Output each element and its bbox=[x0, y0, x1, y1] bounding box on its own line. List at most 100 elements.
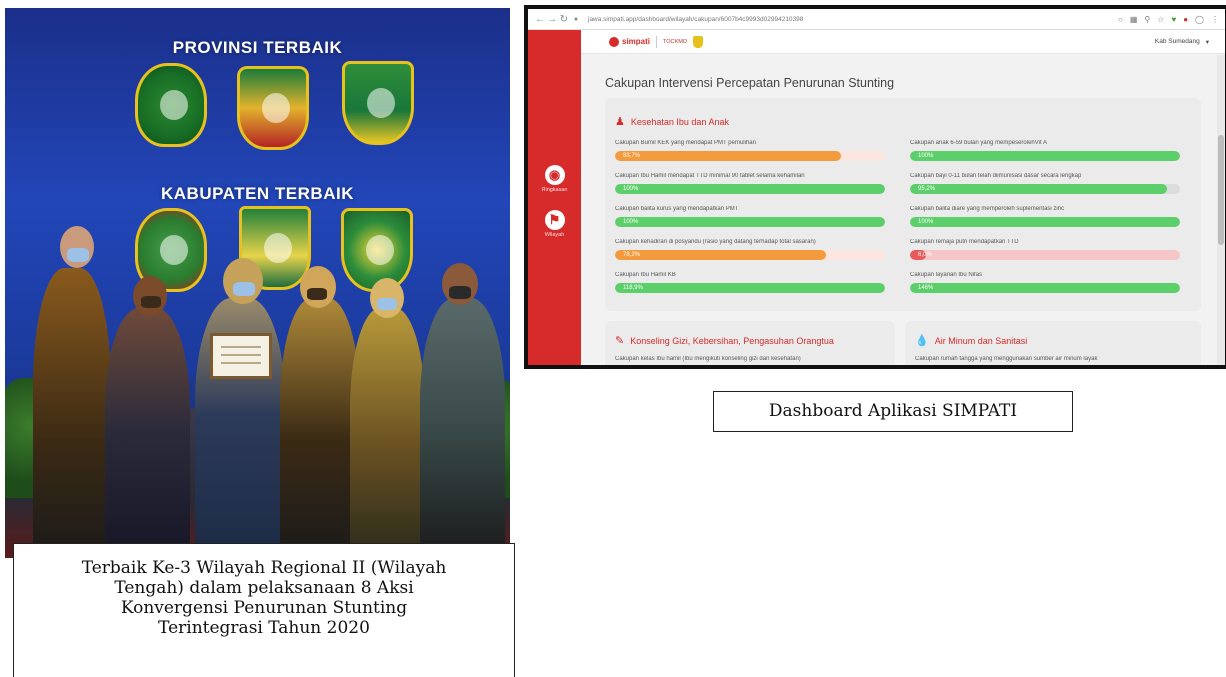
metric: Cakupan remaja putri mendapatkan TTD 6,0% bbox=[910, 239, 1180, 260]
progress-value: 100% bbox=[623, 186, 639, 192]
user-menu[interactable]: Kab Sumedang ▾ bbox=[1155, 38, 1209, 46]
progress-value: 78,2% bbox=[623, 252, 641, 258]
metric-label: Cakupan balita kurus yang mendapatkan PM… bbox=[615, 206, 739, 212]
scrollbar[interactable] bbox=[1217, 55, 1225, 365]
metric: Cakupan Ibu Hamil KB 118,9% bbox=[615, 272, 885, 293]
card-kesehatan-ibu-anak: ♟ Kesehatan Ibu dan Anak Cakupan Bumil K… bbox=[605, 98, 1201, 311]
metric: Cakupan balita kurus yang mendapatkan PM… bbox=[615, 206, 885, 227]
progress-fill bbox=[910, 217, 1180, 227]
extension-icon[interactable]: ♥ bbox=[1171, 15, 1176, 24]
menu-dots-icon[interactable]: ⋮ bbox=[1211, 15, 1219, 24]
person bbox=[105, 308, 190, 558]
search-icon[interactable]: ⚲ bbox=[1144, 15, 1150, 24]
progress-value: 83,7% bbox=[623, 153, 641, 159]
photo-heading-provinsi: PROVINSI TERBAIK bbox=[172, 38, 343, 57]
dashboard-screenshot: ← → ↻ ● jawa.simpati.app/dashboard/wilay… bbox=[524, 5, 1226, 369]
app-sidebar: ◉ Ringkasan ⚑ Wilayah bbox=[528, 30, 581, 365]
card-title-text: Kesehatan Ibu dan Anak bbox=[630, 116, 729, 127]
progress-value: 100% bbox=[623, 219, 639, 225]
app-header: simpati TOCKMO Kab Sumedang ▾ bbox=[581, 30, 1225, 54]
progress-fill bbox=[910, 151, 1180, 161]
sidebar-item-ringkasan[interactable]: ◉ Ringkasan bbox=[528, 165, 581, 193]
progress-fill bbox=[615, 217, 885, 227]
progress-track: 100% bbox=[615, 217, 885, 227]
card-title-text: Konseling Gizi, Kebersihan, Pengasuhan O… bbox=[630, 335, 834, 346]
profile-icon[interactable]: ◯ bbox=[1195, 15, 1204, 24]
progress-value: 6,0% bbox=[918, 252, 932, 258]
face-mask bbox=[449, 286, 471, 299]
sidebar-item-wilayah[interactable]: ⚑ Wilayah bbox=[528, 210, 581, 238]
dashboard-caption: Dashboard Aplikasi SIMPATI bbox=[713, 391, 1073, 432]
person-head bbox=[223, 258, 263, 304]
face-mask bbox=[141, 296, 161, 308]
star-icon[interactable]: ☆ bbox=[1157, 15, 1164, 24]
metric: Cakupan layanan Ibu Nifas 146% bbox=[910, 272, 1180, 293]
emblem-jawa-barat bbox=[135, 63, 207, 147]
progress-fill bbox=[615, 151, 841, 161]
person bbox=[350, 308, 425, 558]
extension-icon[interactable]: ○ bbox=[1118, 15, 1123, 24]
card-title: ✎ Konseling Gizi, Kebersihan, Pengasuhan… bbox=[615, 334, 834, 347]
face-mask bbox=[307, 288, 327, 300]
metric-label: Cakupan balita diare yang memperoleh sup… bbox=[910, 206, 1065, 212]
metric: Cakupan kelas Ibu hamil (Ibu mengikuti k… bbox=[615, 356, 885, 365]
metric: Cakupan bayi 0-11 bulan telah diimunisas… bbox=[910, 173, 1180, 194]
progress-track: 100% bbox=[910, 217, 1180, 227]
person bbox=[33, 268, 111, 558]
metric: Cakupan balita diare yang memperoleh sup… bbox=[910, 206, 1180, 227]
caption-line: Konvergensi Penurunan Stunting bbox=[120, 598, 408, 618]
metric: Cakupan rumah tangga yang menggunakan su… bbox=[915, 356, 1185, 365]
logo-text: simpati bbox=[622, 37, 651, 46]
extension-icon[interactable]: ▦ bbox=[1130, 15, 1138, 24]
progress-track: 100% bbox=[910, 151, 1180, 161]
caption-line: Terintegrasi Tahun 2020 bbox=[158, 618, 370, 638]
metric: Cakupan kehadiran di posyandu (rasio yan… bbox=[615, 239, 885, 260]
progress-track: 146% bbox=[910, 283, 1180, 293]
progress-track: 100% bbox=[615, 184, 885, 194]
caption-line: Terbaik Ke-3 Wilayah Regional II (Wilaya… bbox=[81, 558, 447, 578]
extension-icon[interactable]: ● bbox=[1183, 15, 1188, 24]
card-air-minum-sanitasi: 💧 Air Minum dan Sanitasi Cakupan rumah t… bbox=[905, 321, 1201, 365]
simpati-logo[interactable]: simpati bbox=[609, 36, 651, 47]
browser-toolbar: ← → ↻ ● jawa.simpati.app/dashboard/wilay… bbox=[528, 9, 1225, 30]
metric-label: Cakupan Bumil KEK yang mendapat PMT pemu… bbox=[615, 140, 756, 146]
map-pin-icon: ⚑ bbox=[544, 210, 565, 230]
award-certificate bbox=[210, 333, 272, 379]
regency-emblem bbox=[693, 35, 704, 48]
metric-label: Cakupan rumah tangga yang menggunakan su… bbox=[915, 356, 1098, 362]
metric-label: Cakupan anak 6-59 bulan yang mempeserole… bbox=[910, 140, 1047, 146]
progress-track: 118,9% bbox=[615, 283, 885, 293]
progress-value: 95,2% bbox=[918, 186, 936, 192]
scrollbar-thumb[interactable] bbox=[1218, 135, 1224, 245]
progress-fill bbox=[615, 184, 885, 194]
arrow-left-icon[interactable]: ← bbox=[534, 14, 546, 25]
card-title: 💧 Air Minum dan Sanitasi bbox=[915, 334, 1027, 347]
arrow-right-icon[interactable]: → bbox=[546, 14, 558, 25]
logo-mark bbox=[609, 36, 619, 47]
face-mask bbox=[377, 298, 397, 310]
card-title: ♟ Kesehatan Ibu dan Anak bbox=[615, 115, 729, 128]
emblem-jawa-timur bbox=[342, 61, 414, 145]
lock-icon: ● bbox=[573, 15, 579, 23]
metric: Cakupan Bumil KEK yang mendapat PMT pemu… bbox=[615, 140, 885, 161]
progress-track: 83,7% bbox=[615, 151, 885, 161]
sidebar-item-label: Wilayah bbox=[544, 232, 565, 238]
divider bbox=[656, 35, 658, 48]
address-bar[interactable]: jawa.simpati.app/dashboard/wilayah/cakup… bbox=[588, 16, 888, 23]
metric-label: Cakupan kelas Ibu hamil (Ibu mengikuti k… bbox=[615, 356, 801, 362]
photo-caption: Terbaik Ke-3 Wilayah Regional II (Wilaya… bbox=[13, 543, 515, 677]
metric-label: Cakupan bayi 0-11 bulan telah diimunisas… bbox=[910, 173, 1082, 179]
progress-fill bbox=[910, 184, 1168, 194]
chevron-down-icon: ▾ bbox=[1205, 38, 1209, 46]
award-photo: PROVINSI TERBAIK KABUPATEN TERBAIK bbox=[5, 8, 510, 558]
partner-logo: TOCKMO bbox=[663, 38, 688, 45]
reload-icon[interactable]: ↻ bbox=[558, 14, 570, 25]
progress-track: 95,2% bbox=[910, 184, 1180, 194]
browser-extensions: ○ ▦ ⚲ ☆ ♥ ● ◯ ⋮ bbox=[1118, 15, 1225, 24]
face-mask bbox=[233, 282, 255, 296]
metric-label: Cakupan kehadiran di posyandu (rasio yan… bbox=[615, 239, 816, 245]
water-drop-icon: 💧 bbox=[915, 335, 929, 347]
progress-value: 118,9% bbox=[623, 285, 643, 291]
progress-track: 6,0% bbox=[910, 250, 1180, 260]
mother-child-icon: ♟ bbox=[615, 116, 625, 128]
